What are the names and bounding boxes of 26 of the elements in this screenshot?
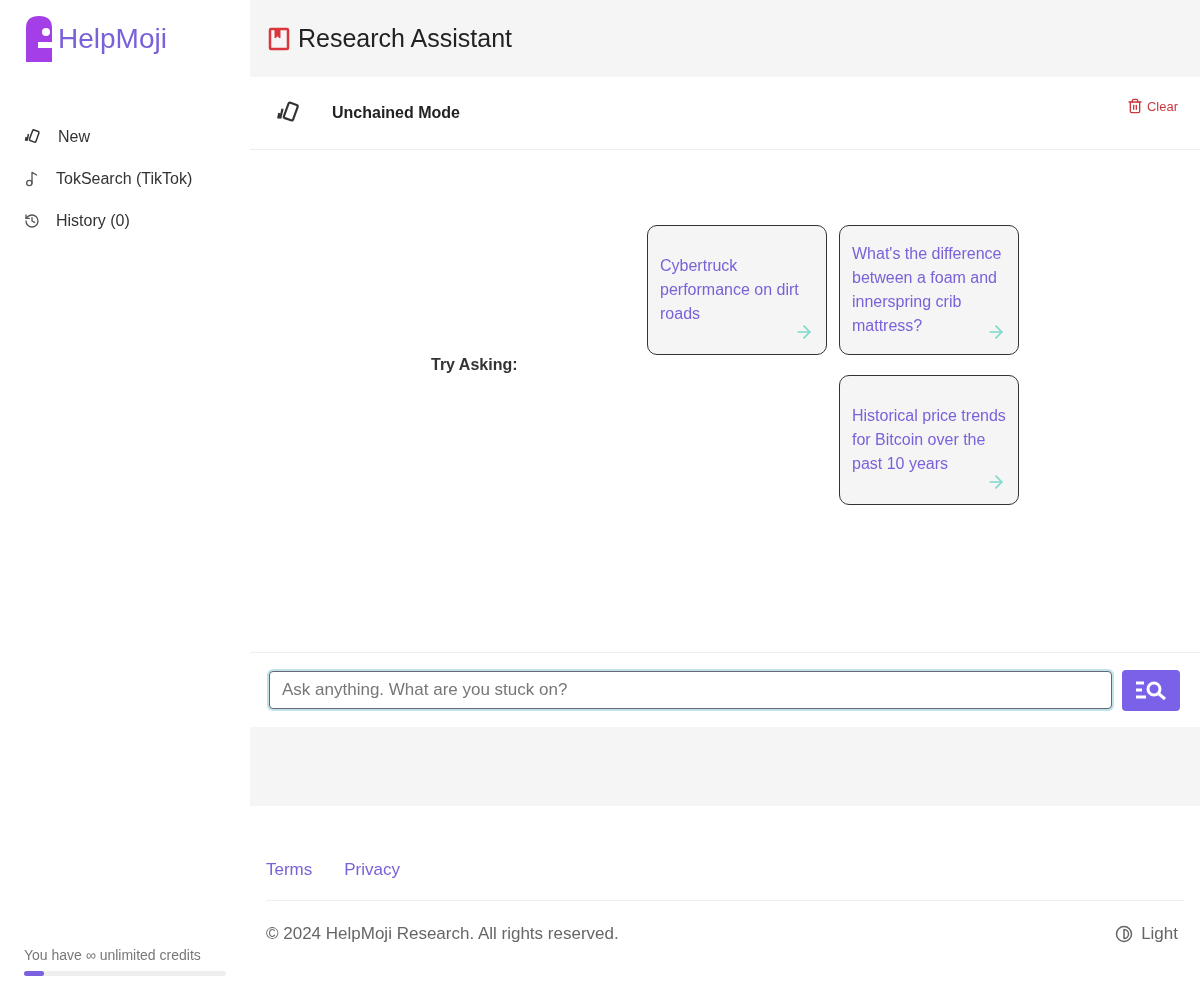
logo-text: HelpMoji — [58, 23, 167, 55]
trash-icon — [1126, 98, 1143, 114]
contrast-icon — [1115, 925, 1134, 943]
search-button[interactable] — [1122, 669, 1180, 711]
sidebar-item[interactable]: History (0) — [24, 212, 226, 230]
music-note-icon — [24, 171, 40, 187]
footer-link[interactable]: Privacy — [344, 860, 400, 880]
sidebar-item[interactable]: New — [24, 128, 226, 146]
page-title: Research Assistant — [298, 24, 512, 53]
sidebar-item[interactable]: TokSearch (TikTok) — [24, 170, 226, 188]
credits-text: You have ∞ unlimited credits — [24, 947, 202, 963]
history-icon — [24, 213, 40, 229]
suggestion-card[interactable]: Cybertruck performance on dirt roads — [647, 225, 827, 355]
bookmark-book-icon — [268, 26, 290, 51]
copyright-text: © 2024 HelpMoji Research. All rights reserved. — [266, 924, 619, 944]
suggestion-card[interactable]: What's the difference between a foam and innerspring crib mattress? — [839, 225, 1019, 355]
ask-input-field[interactable]: Ask anything. What are you stuck on? — [269, 671, 1112, 709]
clear-button[interactable]: Clear — [1120, 97, 1184, 115]
footer-link[interactable]: Terms — [266, 860, 313, 880]
search-list-icon — [1134, 679, 1168, 701]
suggestion-card[interactable]: Historical price trends for Bitcoin over the past 10 years — [839, 375, 1019, 505]
cards-icon — [24, 128, 42, 146]
monster-logo-icon — [24, 16, 54, 62]
try-asking-label: Try Asking: — [431, 356, 519, 375]
mode-label: Unchained Mode — [332, 104, 460, 122]
theme-toggle[interactable]: Light — [1109, 923, 1184, 945]
